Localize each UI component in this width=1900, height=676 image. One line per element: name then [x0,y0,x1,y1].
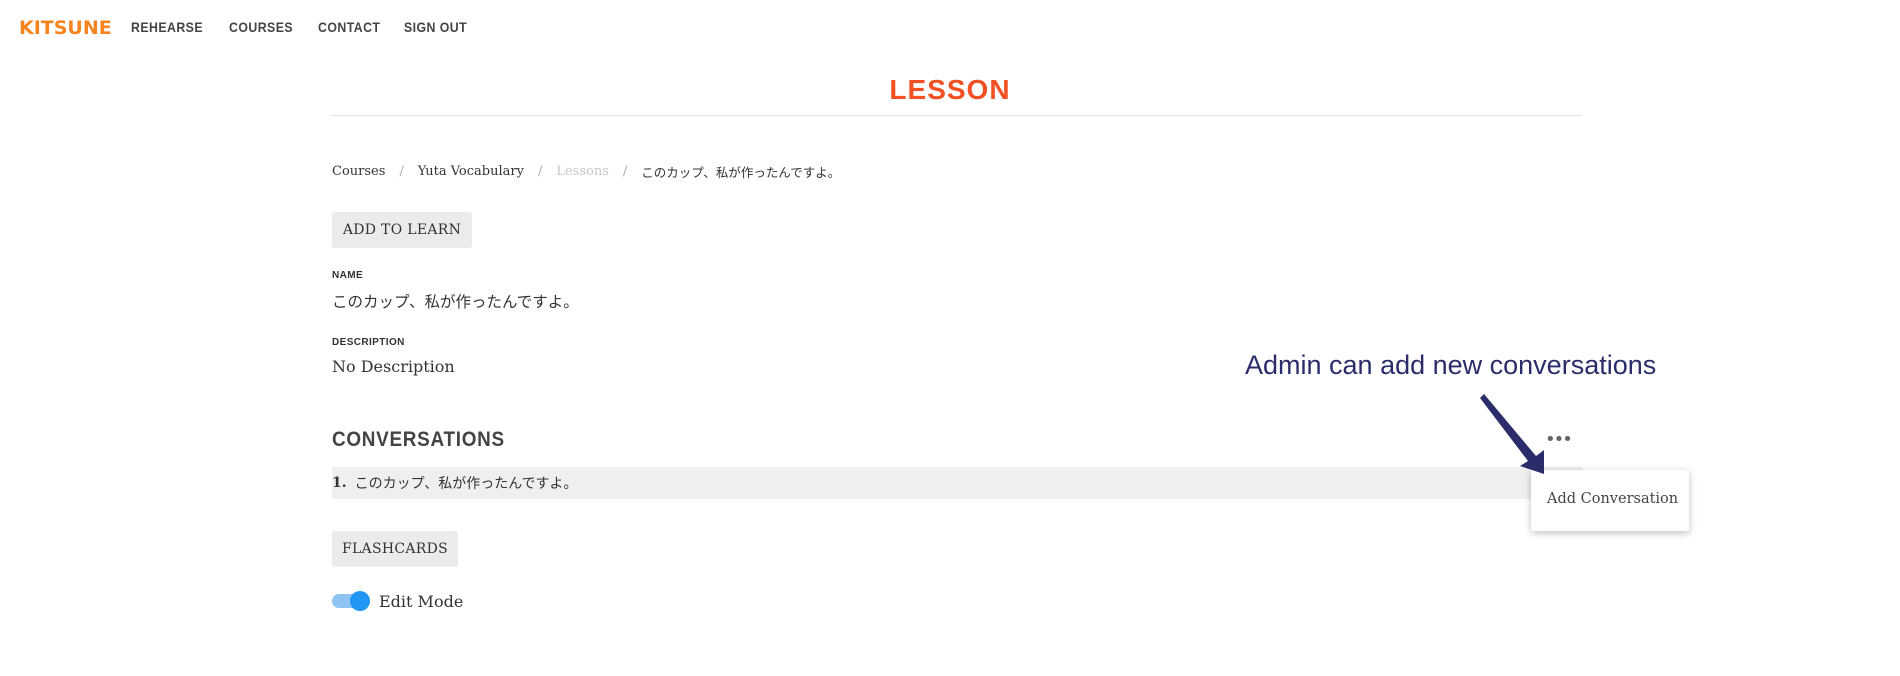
nav-link-courses[interactable]: COURSES [229,19,293,35]
nav-link-sign-out[interactable]: SIGN OUT [404,19,467,35]
add-to-learn-button[interactable]: ADD TO LEARN [332,212,472,248]
name-value: このカップ、私が作ったんですよ。 [332,293,579,311]
description-value: No Description [332,357,455,376]
edit-mode-label: Edit Mode [379,592,464,611]
nav-link-contact[interactable]: CONTACT [318,19,380,35]
breadcrumb-courses[interactable]: Courses [332,164,385,179]
conversation-number: 1. [332,475,347,491]
top-navigation: KITSUNE REHEARSE COURSES CONTACT SIGN OU… [0,0,1900,56]
conversation-options-menu: Add Conversation [1531,470,1689,531]
edit-mode-toggle[interactable] [332,591,370,611]
breadcrumb-lessons: Lessons [556,164,609,179]
conversations-heading: CONVERSATIONS [332,428,505,451]
description-label: DESCRIPTION [332,337,405,348]
breadcrumb-separator: / [399,164,404,179]
nav-links: REHEARSE COURSES CONTACT SIGN OUT [131,19,476,35]
title-divider [332,115,1582,116]
conversation-text: このカップ、私が作ったんですよ。 [354,476,578,492]
flashcards-button[interactable]: FLASHCARDS [332,531,458,567]
breadcrumb-current-lesson: このカップ、私が作ったんですよ。 [641,165,841,180]
name-label: NAME [332,270,364,281]
annotation-text: Admin can add new conversations [1245,350,1657,380]
annotation-arrow-icon [1480,394,1544,474]
nav-link-rehearse[interactable]: REHEARSE [131,19,203,35]
breadcrumb-course[interactable]: Yuta Vocabulary [418,164,524,179]
add-conversation-menu-item[interactable]: Add Conversation [1547,491,1678,507]
toggle-knob [350,591,370,611]
conversation-list-item[interactable]: 1. このカップ、私が作ったんですよ。 [332,467,1582,499]
breadcrumb: Courses / Yuta Vocabulary / Lessons / この… [332,162,840,181]
breadcrumb-separator: / [537,164,543,179]
kitsune-logo[interactable]: KITSUNE [19,17,112,39]
page-title: LESSON [889,74,1011,105]
breadcrumb-separator: / [622,164,628,179]
